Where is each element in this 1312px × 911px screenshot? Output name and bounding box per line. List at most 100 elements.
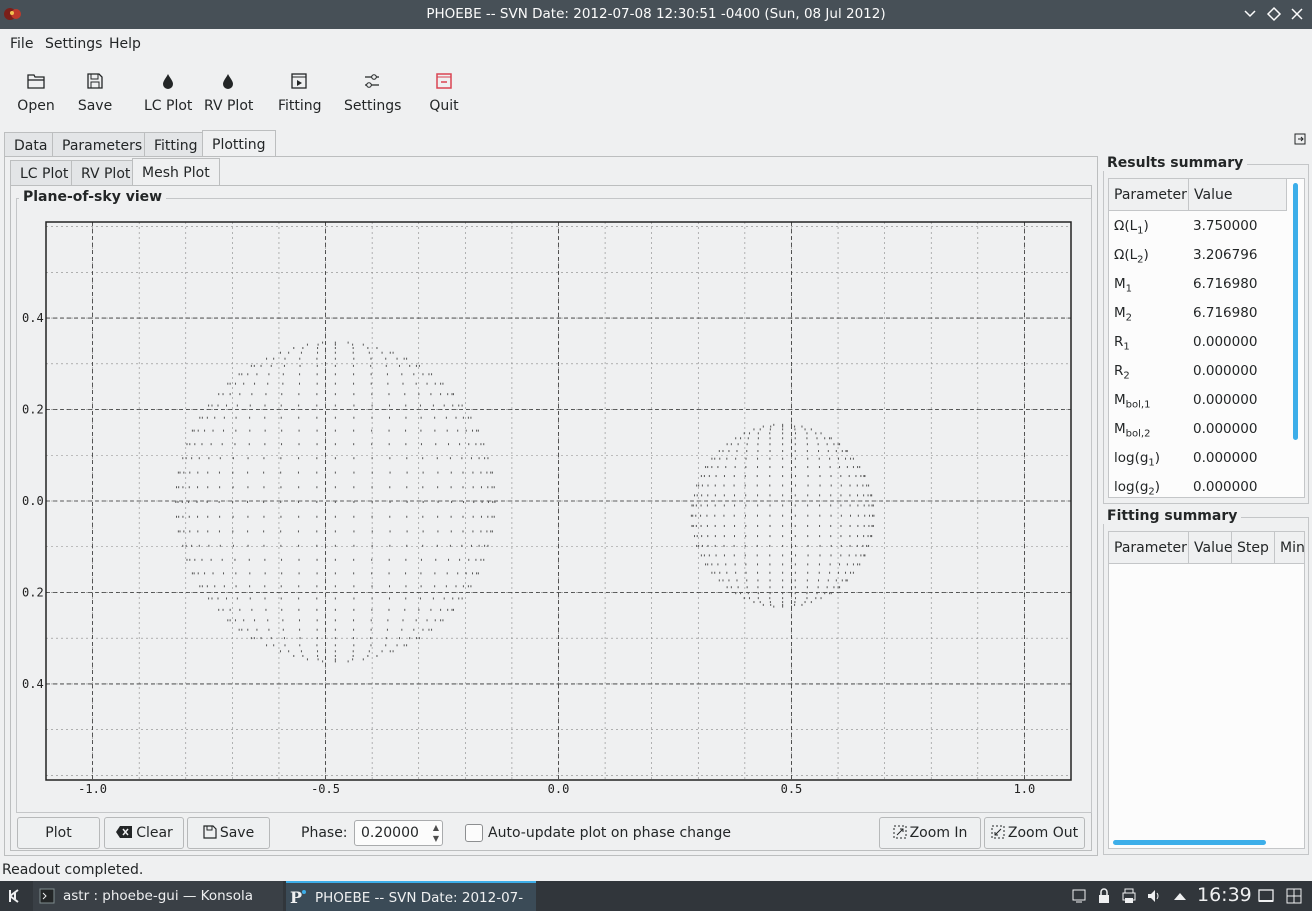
mesh-point xyxy=(695,524,697,527)
mesh-point xyxy=(434,382,436,385)
fitting-header-min[interactable]: Min xyxy=(1275,532,1304,564)
mesh-point xyxy=(387,382,389,385)
lock-icon[interactable] xyxy=(1096,888,1112,904)
zoom-in-button[interactable]: Zoom In xyxy=(879,817,981,849)
tab-parameters[interactable]: Parameters xyxy=(52,132,153,157)
results-param-cell[interactable]: Ω(L1) xyxy=(1114,218,1149,237)
chevron-down-icon[interactable] xyxy=(1241,5,1259,23)
results-value-cell[interactable]: 3.206796 xyxy=(1193,247,1257,263)
plot-group-title: Plane-of-sky view xyxy=(19,189,167,205)
results-param-cell[interactable]: R1 xyxy=(1114,334,1130,353)
fitting-table[interactable]: Parameter Value Step Min xyxy=(1108,531,1305,849)
results-value-cell[interactable]: 0.000000 xyxy=(1193,392,1257,408)
results-param-cell[interactable]: Ω(L2) xyxy=(1114,247,1149,266)
mesh-point xyxy=(815,432,817,435)
rv-plot-button[interactable]: RV Plot xyxy=(204,70,253,126)
results-header-value[interactable]: Value xyxy=(1189,179,1287,211)
auto-update-checkbox[interactable] xyxy=(465,824,483,842)
mesh-point xyxy=(251,393,253,396)
results-param-cell[interactable]: Mbol,1 xyxy=(1114,392,1150,411)
results-param-cell[interactable]: R2 xyxy=(1114,363,1130,382)
results-value-cell[interactable]: 6.716980 xyxy=(1193,276,1257,292)
results-table[interactable]: Parameter Value Ω(L1) 3.750000 Ω(L2) 3.2067… xyxy=(1108,178,1305,498)
menu-settings[interactable]: Settings xyxy=(45,36,102,52)
results-param-cell[interactable]: M1 xyxy=(1114,276,1132,295)
quit-button[interactable]: Quit xyxy=(426,70,462,126)
show-desktop-icon[interactable] xyxy=(1258,888,1274,904)
results-value-cell[interactable]: 0.000000 xyxy=(1193,450,1257,466)
mesh-point xyxy=(353,429,355,432)
desktop-grid-icon[interactable] xyxy=(1286,888,1302,904)
mesh-point xyxy=(864,554,866,557)
results-param-cell[interactable]: Mbol,2 xyxy=(1114,421,1150,440)
mesh-point xyxy=(428,628,430,631)
mesh-point xyxy=(840,494,842,497)
results-value-cell[interactable]: 0.000000 xyxy=(1193,363,1257,379)
clear-button[interactable]: Clear xyxy=(104,817,184,849)
results-value-cell[interactable]: 0.000000 xyxy=(1193,334,1257,350)
mesh-point xyxy=(367,347,369,350)
mesh-plot[interactable]: -1.0 -0.5 0.0 0.5 1.0 0.4 0.2 0.0 0.2 0.4 xyxy=(18,210,1082,810)
results-param-cell[interactable]: M2 xyxy=(1114,305,1132,324)
mesh-point xyxy=(280,416,282,419)
clock[interactable]: 16:39 xyxy=(1197,884,1252,906)
results-value-cell[interactable]: 0.000000 xyxy=(1193,421,1257,437)
phase-spinbox[interactable]: 0.20000 ▲ ▼ xyxy=(354,820,443,846)
fitting-header-step[interactable]: Step xyxy=(1232,532,1275,564)
spin-arrows-icon[interactable]: ▲ ▼ xyxy=(433,822,439,844)
mesh-point xyxy=(448,558,450,561)
zoom-out-button[interactable]: Zoom Out xyxy=(984,817,1085,849)
kde-launcher-icon[interactable] xyxy=(7,888,23,904)
results-scrollbar[interactable] xyxy=(1293,183,1298,440)
fitting-header-value[interactable]: Value xyxy=(1189,532,1232,564)
plot-grid xyxy=(45,222,1072,780)
menu-file[interactable]: File xyxy=(10,36,33,52)
task-phoebe[interactable]: P PHOEBE -- SVN Date: 2012-07-08 ... xyxy=(286,881,536,911)
results-param-cell[interactable]: log(g1) xyxy=(1114,450,1160,469)
tab-data[interactable]: Data xyxy=(4,132,58,157)
volume-icon[interactable] xyxy=(1146,888,1162,904)
mesh-point xyxy=(706,504,708,507)
mesh-point xyxy=(757,592,759,595)
tab-mesh-plot[interactable]: Mesh Plot xyxy=(132,158,220,185)
lc-plot-button[interactable]: LC Plot xyxy=(144,70,192,126)
mesh-point xyxy=(316,597,318,600)
diamond-icon[interactable] xyxy=(1265,5,1283,23)
task-konsole[interactable]: astr : phoebe-gui — Konsola xyxy=(33,881,283,911)
tab-lc-plot[interactable]: LC Plot xyxy=(10,160,79,185)
mesh-point xyxy=(856,544,858,547)
results-value-cell[interactable]: 6.716980 xyxy=(1193,305,1257,321)
results-header-parameter[interactable]: Parameter xyxy=(1109,179,1189,211)
save-plot-button[interactable]: Save xyxy=(187,817,270,849)
window-title: PHOEBE -- SVN Date: 2012-07-08 12:30:51 … xyxy=(426,6,886,22)
tab-plotting[interactable]: Plotting xyxy=(202,130,276,157)
dock-float-icon[interactable] xyxy=(1294,133,1306,145)
mesh-point xyxy=(850,457,852,460)
plot-button[interactable]: Plot xyxy=(17,817,100,849)
mesh-point xyxy=(201,558,203,561)
mesh-point xyxy=(334,404,336,407)
settings-button[interactable]: Settings xyxy=(344,70,401,126)
results-value-cell[interactable]: 3.750000 xyxy=(1193,218,1257,234)
clipboard-icon[interactable] xyxy=(1071,888,1087,904)
mesh-point xyxy=(219,486,221,489)
printer-icon[interactable] xyxy=(1121,888,1137,904)
open-button[interactable]: Open xyxy=(16,70,56,126)
save-button[interactable]: Save xyxy=(77,70,113,126)
tab-fitting[interactable]: Fitting xyxy=(144,132,208,157)
tab-rv-plot[interactable]: RV Plot xyxy=(71,160,141,185)
tray-expand-icon[interactable] xyxy=(1173,890,1187,902)
close-icon[interactable] xyxy=(1288,5,1306,23)
fitting-button[interactable]: Fitting xyxy=(278,70,322,126)
mesh-point xyxy=(334,597,336,600)
fitting-scrollbar[interactable] xyxy=(1113,840,1266,845)
zoom-in-icon xyxy=(893,825,907,839)
menu-help[interactable]: Help xyxy=(109,36,141,52)
floppy-icon xyxy=(87,73,103,89)
results-value-cell[interactable]: 0.000000 xyxy=(1193,479,1257,495)
fitting-header-parameter[interactable]: Parameter xyxy=(1109,532,1189,564)
results-param-cell[interactable]: log(g2) xyxy=(1114,479,1160,497)
mesh-point xyxy=(176,515,178,518)
mesh-point xyxy=(249,404,251,407)
mesh-point xyxy=(241,373,243,376)
